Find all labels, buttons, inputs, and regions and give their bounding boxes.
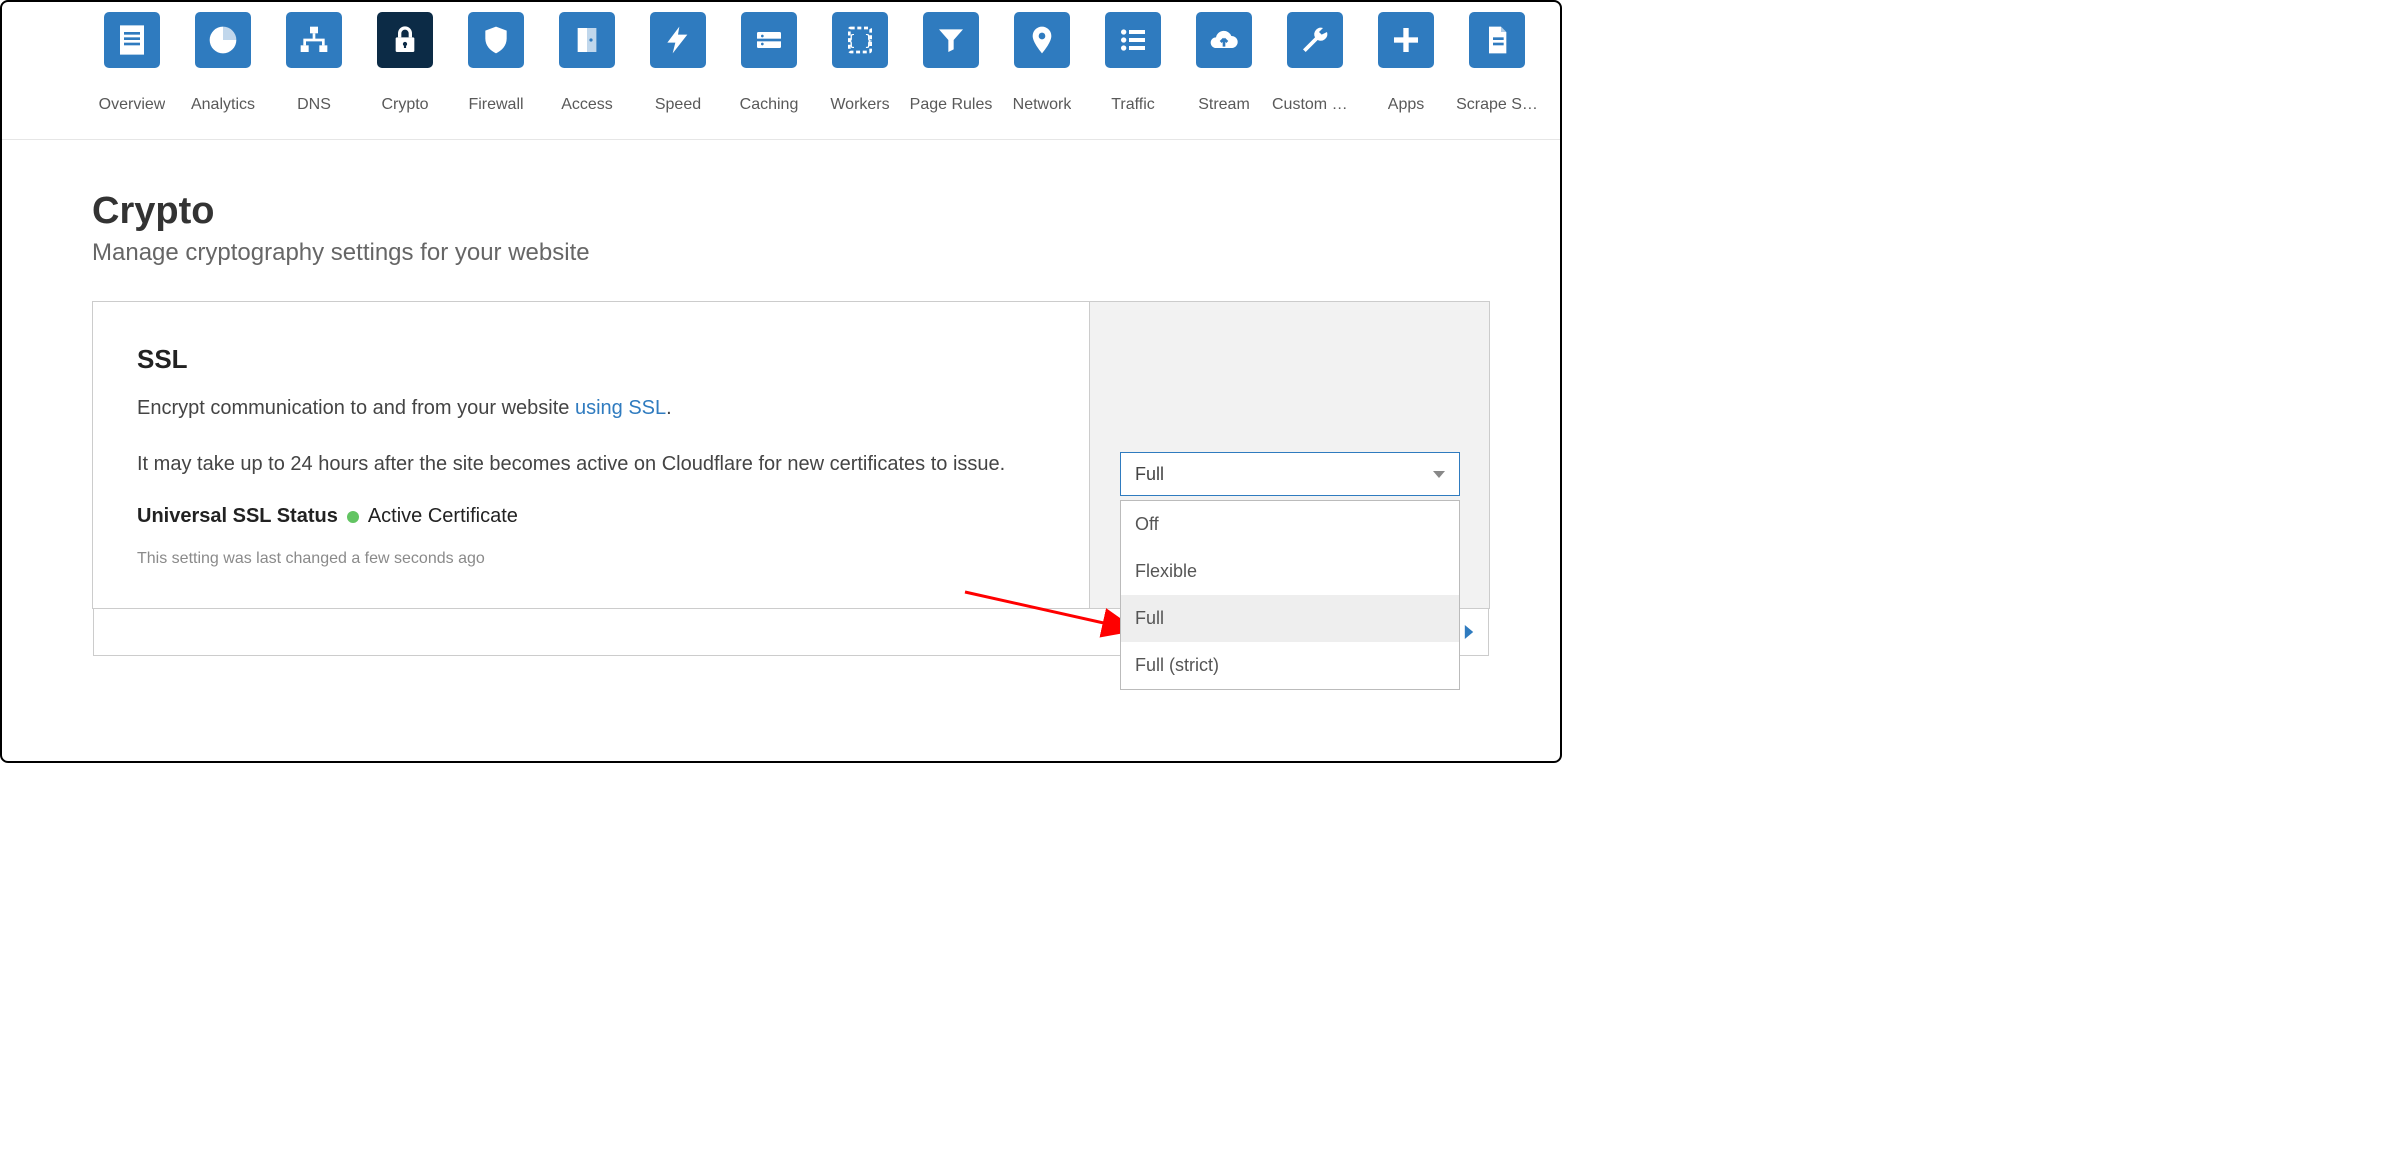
marker-icon	[1014, 12, 1070, 68]
nav-label: Crypto	[381, 96, 428, 114]
ssl-mode-value: Full	[1135, 464, 1164, 485]
nav-item-network[interactable]: Network	[1012, 12, 1072, 139]
top-nav: Overview Analytics DNS Crypto Firewall Access…	[2, 2, 1560, 140]
ssl-mode-select[interactable]: Full	[1120, 452, 1460, 496]
ssl-note: It may take up to 24 hours after the sit…	[137, 449, 1049, 479]
braces-icon	[832, 12, 888, 68]
lock-icon	[377, 12, 433, 68]
nav-item-page-rules[interactable]: Page Rules	[921, 12, 981, 139]
nav-label: Page Rules	[910, 96, 993, 114]
funnel-icon	[923, 12, 979, 68]
nav-label: DNS	[297, 96, 331, 114]
nav-item-dns[interactable]: DNS	[284, 12, 344, 139]
nav-label: Traffic	[1111, 96, 1155, 114]
nav-label: Stream	[1198, 96, 1250, 114]
ssl-desc-suffix: .	[666, 397, 672, 419]
nav-item-caching[interactable]: Caching	[739, 12, 799, 139]
page-body: Crypto Manage cryptography settings for …	[2, 140, 1560, 609]
using-ssl-link[interactable]: using SSL	[575, 397, 666, 419]
ssl-mode-option-off[interactable]: Off	[1121, 501, 1459, 548]
page-subtitle: Manage cryptography settings for your we…	[92, 239, 1490, 267]
nav-label: Network	[1013, 96, 1072, 114]
nav-item-workers[interactable]: Workers	[830, 12, 890, 139]
wrench-icon	[1287, 12, 1343, 68]
shield-icon	[468, 12, 524, 68]
nav-item-traffic[interactable]: Traffic	[1103, 12, 1163, 139]
drive-icon	[741, 12, 797, 68]
nav-item-apps[interactable]: Apps	[1376, 12, 1436, 139]
nav-item-firewall[interactable]: Firewall	[466, 12, 526, 139]
status-dot-icon	[347, 511, 359, 523]
clipboard-icon	[104, 12, 160, 68]
ssl-mode-option-full-strict-[interactable]: Full (strict)	[1121, 642, 1459, 689]
ssl-card-title: SSL	[137, 344, 1049, 375]
ssl-status-line: Universal SSL Status Active Certificate	[137, 505, 1049, 528]
nav-item-scrape-s-[interactable]: Scrape S…	[1467, 12, 1527, 139]
sitemap-icon	[286, 12, 342, 68]
page-title: Crypto	[92, 190, 1490, 233]
ssl-status-label: Universal SSL Status	[137, 505, 338, 527]
ssl-card: SSL Encrypt communication to and from yo…	[92, 301, 1490, 609]
nav-item-speed[interactable]: Speed	[648, 12, 708, 139]
nav-label: Apps	[1388, 96, 1424, 114]
nav-label: Scrape S…	[1456, 96, 1538, 114]
nav-item-custom-p-[interactable]: Custom P…	[1285, 12, 1345, 139]
nav-item-crypto[interactable]: Crypto	[375, 12, 435, 139]
ssl-last-changed: This setting was last changed a few seco…	[137, 550, 1049, 568]
nav-label: Analytics	[191, 96, 255, 114]
cloud-icon	[1196, 12, 1252, 68]
nav-label: Custom P…	[1272, 96, 1358, 114]
ssl-mode-option-flexible[interactable]: Flexible	[1121, 548, 1459, 595]
ssl-status-value: Active Certificate	[368, 505, 518, 527]
nav-label: Firewall	[468, 96, 523, 114]
bolt-icon	[650, 12, 706, 68]
nav-item-analytics[interactable]: Analytics	[193, 12, 253, 139]
door-icon	[559, 12, 615, 68]
nav-item-stream[interactable]: Stream	[1194, 12, 1254, 139]
ssl-mode-option-full[interactable]: Full	[1121, 595, 1459, 642]
ssl-desc-text: Encrypt communication to and from your w…	[137, 397, 575, 419]
plus-icon	[1378, 12, 1434, 68]
list-icon	[1105, 12, 1161, 68]
pie-icon	[195, 12, 251, 68]
nav-item-access[interactable]: Access	[557, 12, 617, 139]
file-icon	[1469, 12, 1525, 68]
nav-label: Caching	[740, 96, 799, 114]
chevron-down-icon	[1433, 471, 1445, 478]
ssl-description: Encrypt communication to and from your w…	[137, 393, 1049, 423]
nav-label: Speed	[655, 96, 701, 114]
ssl-card-content: SSL Encrypt communication to and from yo…	[93, 302, 1089, 608]
nav-label: Overview	[99, 96, 166, 114]
nav-label: Workers	[830, 96, 889, 114]
chevron-right-icon	[1464, 625, 1474, 639]
ssl-mode-dropdown: OffFlexibleFullFull (strict)	[1120, 500, 1460, 690]
ssl-card-control: Full OffFlexibleFullFull (strict)	[1089, 302, 1489, 608]
nav-label: Access	[561, 96, 613, 114]
nav-item-overview[interactable]: Overview	[102, 12, 162, 139]
